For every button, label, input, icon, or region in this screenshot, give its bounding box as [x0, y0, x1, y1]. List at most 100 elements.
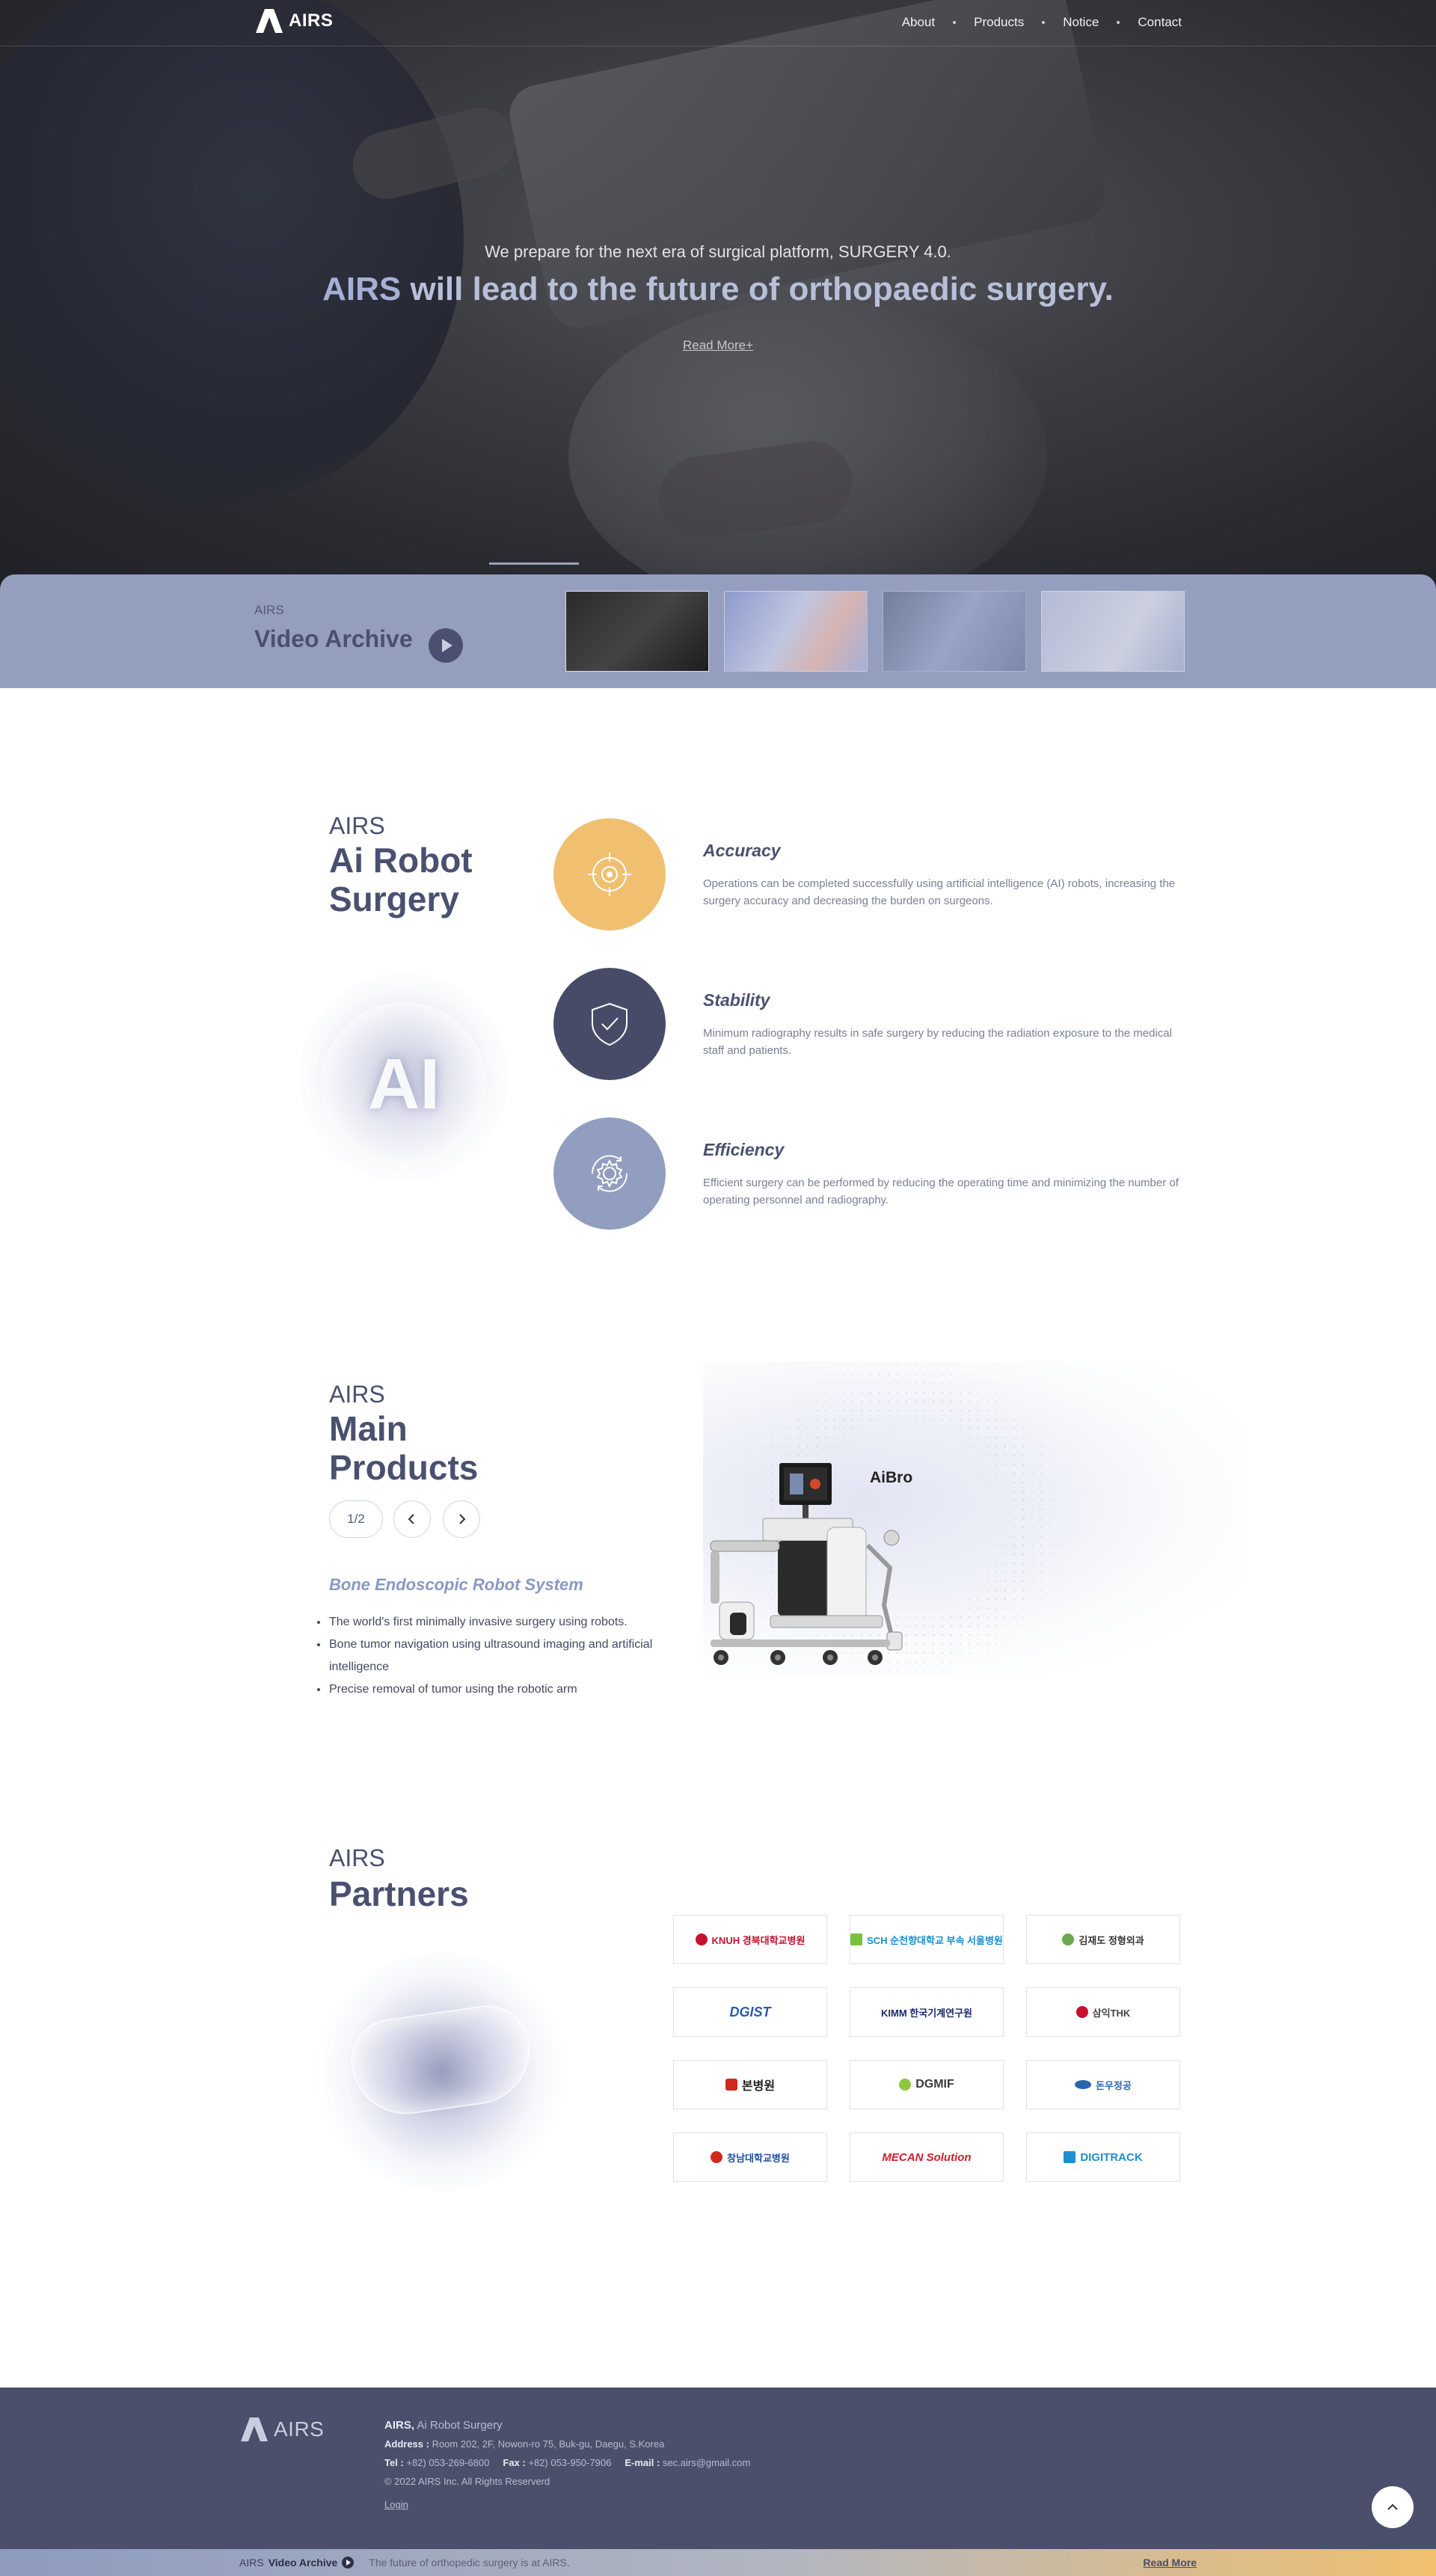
list-item: Bone tumor navigation using ultrasound i…	[317, 1634, 661, 1678]
products-brand: AIRS	[329, 1381, 385, 1408]
partner-mark-icon	[725, 2079, 737, 2091]
list-item: Precise removal of tumor using the robot…	[317, 1678, 661, 1701]
footer-address-label: Address :	[384, 2438, 429, 2450]
hero-section: AIRS About Products Notice Contact We pr…	[0, 0, 1436, 591]
surgery-brand: AIRS	[329, 812, 385, 839]
product-name: Bone Endoscopic Robot System	[329, 1575, 583, 1594]
surgery-title-line1: Ai Robot	[329, 841, 473, 880]
feature-accuracy: Accuracy Operations can be completed suc…	[553, 818, 1182, 930]
hero-subtitle: We prepare for the next era of surgical …	[485, 242, 951, 261]
footer: AIRS AIRS, Ai Robot Surgery Address : Ro…	[0, 2388, 1436, 2549]
shield-check-icon	[592, 1002, 628, 1046]
surgery-title: Ai Robot Surgery	[329, 841, 473, 919]
bottom-bar-read-more[interactable]: Read More	[1143, 2557, 1197, 2569]
partner-logo[interactable]: KIMM 한국기계연구원	[850, 1987, 1004, 2037]
products-title-line1: Main	[329, 1409, 408, 1448]
partner-logo[interactable]: MECAN Solution	[850, 2132, 1004, 2182]
bottom-video-bar: AIRS Video Archive The future of orthope…	[0, 2549, 1436, 2576]
nav-contact[interactable]: Contact	[1138, 15, 1182, 30]
logo[interactable]: AIRS	[254, 7, 333, 34]
partner-logo[interactable]: 창남대학교병원	[673, 2132, 827, 2182]
partner-mark-icon	[1075, 2080, 1092, 2089]
feature-title: Efficiency	[703, 1140, 785, 1159]
video-thumbnail[interactable]	[724, 591, 868, 672]
chevron-right-icon	[459, 1514, 466, 1524]
nav-separator	[1117, 21, 1120, 24]
product-feature-list: The world's first minimally invasive sur…	[317, 1611, 661, 1701]
footer-email: sec.airs@gmail.com	[660, 2457, 751, 2468]
product-pager-indicator: 1/2	[329, 1500, 383, 1538]
login-link[interactable]: Login	[384, 2495, 408, 2514]
video-thumbnail-list	[565, 591, 1185, 672]
partner-logo[interactable]: 김재도 정형외과	[1026, 1915, 1180, 1964]
logo-icon	[241, 2417, 268, 2441]
bottom-bar-message: The future of orthopedic surgery is at A…	[369, 2557, 570, 2569]
video-archive-brand: AIRS	[254, 603, 284, 617]
footer-copyright: © 2022 AIRS Inc. All Rights Reserverd	[384, 2476, 550, 2487]
surgery-title-line2: Surgery	[329, 880, 459, 919]
footer-tel-label: Tel :	[384, 2457, 404, 2468]
hero-slide-progress	[489, 562, 579, 565]
logo-text: AIRS	[289, 10, 334, 31]
footer-company-desc: Ai Robot Surgery	[414, 2419, 503, 2432]
hero-title-brand: AIRS	[322, 271, 402, 307]
products-title-line2: Products	[329, 1448, 479, 1487]
nav-notice[interactable]: Notice	[1063, 15, 1099, 30]
products-title: Main Products	[329, 1409, 478, 1487]
partner-logo[interactable]: KNUH 경북대학교병원	[673, 1915, 827, 1964]
partner-logo-grid: KNUH 경북대학교병원 SCH 순천향대학교 부속 서울병원 김재도 정형외과…	[673, 1915, 1180, 2182]
footer-logo[interactable]: AIRS	[239, 2416, 324, 2443]
partner-mark-icon	[1064, 2151, 1076, 2163]
partner-logo[interactable]: 돈우정공	[1026, 2060, 1180, 2109]
partner-logo[interactable]: DGIST	[673, 1987, 827, 2037]
video-thumbnail[interactable]	[883, 591, 1026, 672]
hero-read-more-link[interactable]: Read More+	[683, 338, 753, 352]
partner-logo[interactable]: DIGITRACK	[1026, 2132, 1180, 2182]
footer-fax: +82) 053-950-7906	[525, 2457, 612, 2468]
play-button[interactable]	[429, 628, 463, 663]
footer-fax-label: Fax :	[503, 2457, 526, 2468]
main-nav: About Products Notice Contact	[902, 15, 1182, 30]
partner-mark-icon	[1062, 1933, 1075, 1945]
partner-mark-icon	[1076, 2006, 1088, 2018]
feature-description: Efficient surgery can be performed by re…	[703, 1177, 1179, 1206]
partner-logo[interactable]: 본병원	[673, 2060, 827, 2109]
stability-circle	[553, 968, 666, 1080]
play-icon[interactable]	[342, 2557, 355, 2569]
list-item: The world's first minimally invasive sur…	[317, 1611, 661, 1634]
video-thumbnail[interactable]	[1041, 591, 1185, 672]
target-icon	[588, 853, 631, 896]
nav-about[interactable]: About	[902, 15, 935, 30]
video-archive-section: AIRS Video Archive	[0, 574, 1436, 688]
video-archive-title: Video Archive	[254, 625, 413, 652]
nav-separator	[953, 21, 957, 24]
robot-label: AiBro	[870, 1469, 913, 1486]
scroll-top-button[interactable]	[1372, 2486, 1414, 2528]
bottom-bar-left: AIRS Video Archive The future of orthope…	[239, 2557, 570, 2569]
logo-icon	[256, 9, 283, 33]
nav-products[interactable]: Products	[974, 15, 1024, 30]
feature-description: Minimum radiography results in safe surg…	[703, 1027, 1172, 1057]
hero-title-text: will lead to the future of orthopaedic s…	[401, 271, 1114, 307]
partner-logo[interactable]: DGMIF	[850, 2060, 1004, 2109]
top-navigation: AIRS About Products Notice Contact	[0, 0, 1436, 46]
bottom-bar-title: Video Archive	[268, 2557, 338, 2569]
feature-efficiency: Efficiency Efficient surgery can be perf…	[553, 1117, 1182, 1230]
next-product-button[interactable]	[443, 1500, 480, 1538]
partner-logo[interactable]: SCH 순천향대학교 부속 서울병원	[850, 1915, 1004, 1964]
partners-title: Partners	[329, 1874, 469, 1913]
footer-logo-text: AIRS	[274, 2417, 325, 2441]
partner-mark-icon	[695, 1933, 708, 1945]
feature-title: Accuracy	[703, 841, 781, 860]
feature-title: Stability	[703, 990, 770, 1010]
prev-product-button[interactable]	[393, 1500, 431, 1538]
partner-logo[interactable]: 삼익THK	[1026, 1987, 1180, 2037]
hero-read-more-wrap: Read More+	[0, 338, 1436, 353]
chevron-up-icon	[1387, 2503, 1398, 2510]
hero-title: AIRS will lead to the future of orthopae…	[0, 271, 1436, 308]
chevron-left-icon	[408, 1514, 414, 1524]
partner-mark-icon	[711, 2151, 723, 2163]
feature-stability: Stability Minimum radiography results in…	[553, 968, 1182, 1080]
partner-mark-icon	[850, 1933, 863, 1945]
video-thumbnail[interactable]	[565, 591, 709, 672]
